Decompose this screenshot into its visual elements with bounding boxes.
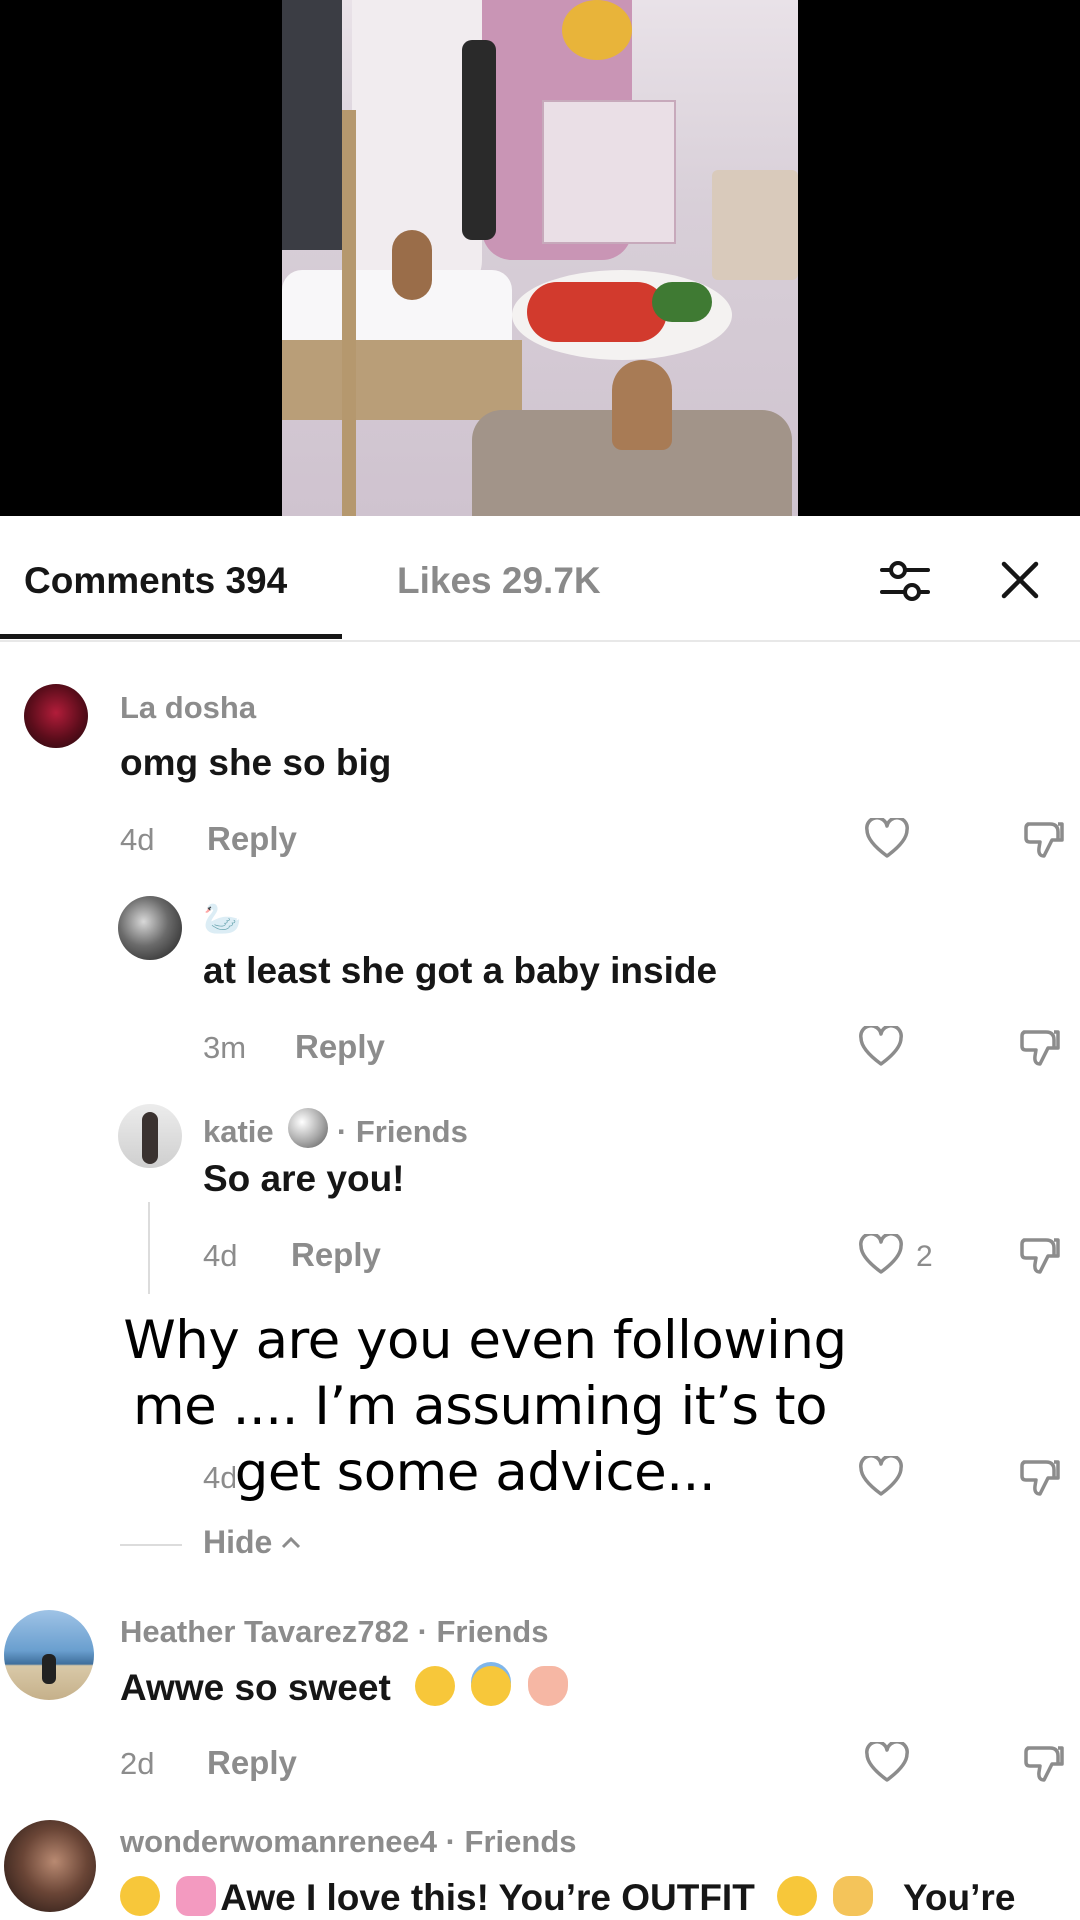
comment-text-body: Awwe so sweet: [120, 1667, 391, 1708]
comment-author[interactable]: wonderwomanrenee4 · Friends: [120, 1824, 577, 1860]
thread-line: [148, 1202, 150, 1294]
heart-icon[interactable]: [858, 1026, 904, 1068]
reply-button[interactable]: Reply: [207, 1744, 297, 1782]
dislike-icon[interactable]: [1022, 818, 1066, 862]
filter-icon[interactable]: [878, 558, 932, 604]
pleading-face-icon: [120, 1876, 160, 1916]
heart-hands-icon: [527, 1666, 568, 1706]
friends-badge: · Friends: [336, 1114, 468, 1149]
overlay-caption-text: Why are you even following me .... I’m a…: [113, 1310, 847, 1503]
like-count: 2: [916, 1240, 933, 1273]
tab-likes[interactable]: Likes 29.7K: [397, 560, 601, 602]
disco-ball-icon: [288, 1108, 329, 1148]
comment-author[interactable]: Heather Tavarez782 · Friends: [120, 1614, 548, 1650]
video-thumbnail: [282, 0, 798, 516]
comment-text: Awwe so sweet: [120, 1666, 568, 1709]
halo-face-icon: [471, 1666, 512, 1706]
avatar[interactable]: [4, 1820, 96, 1912]
comment-text-tail: You’re: [903, 1877, 1016, 1918]
comment-time: 2d: [120, 1746, 155, 1781]
ok-hand-icon: [833, 1876, 874, 1916]
crying-face-icon: [415, 1666, 456, 1706]
hide-replies-divider: [120, 1544, 182, 1546]
avatar[interactable]: [4, 1610, 94, 1700]
heart-icon[interactable]: [864, 818, 910, 860]
comment-text: Awe I love this! You’re OUTFIT You’re: [120, 1876, 1015, 1919]
author-name: wonderwomanrenee4: [120, 1824, 437, 1859]
dislike-icon[interactable]: [1018, 1026, 1062, 1070]
avatar[interactable]: [118, 896, 182, 960]
hide-replies-button[interactable]: Hide: [203, 1524, 301, 1561]
comments-sheet: Comments 394 Likes 29.7K La dosha omg sh…: [0, 516, 1080, 1920]
comment-time: 4d: [203, 1238, 238, 1273]
heart-icon[interactable]: [858, 1234, 904, 1276]
comment-text: at least she got a baby inside: [203, 950, 718, 991]
comment-author[interactable]: katie · Friends: [203, 1108, 468, 1150]
tab-bar: Comments 394 Likes 29.7K: [0, 516, 1080, 642]
comment-author[interactable]: 🦢: [203, 900, 242, 937]
comment-time: 4d: [120, 822, 155, 857]
comment-time: 3m: [203, 1030, 247, 1065]
ribbon-icon: [176, 1876, 217, 1916]
chevron-up-icon: [282, 1536, 301, 1549]
heart-icon[interactable]: [864, 1742, 910, 1784]
dislike-icon[interactable]: [1018, 1456, 1062, 1500]
reply-button[interactable]: Reply: [291, 1236, 381, 1274]
video-preview[interactable]: [0, 0, 1080, 516]
flushed-face-icon: [777, 1876, 818, 1916]
author-name: Heather Tavarez782: [120, 1614, 409, 1649]
comment-text: So are you!: [203, 1158, 405, 1199]
reply-button[interactable]: Reply: [295, 1028, 385, 1066]
overlay-caption: Why are you even following me .... I’m a…: [110, 1308, 850, 1506]
hide-label: Hide: [203, 1524, 273, 1560]
friends-badge: · Friends: [417, 1614, 549, 1649]
comment-text: omg she so big: [120, 742, 392, 783]
author-name: katie: [203, 1114, 274, 1149]
dislike-icon[interactable]: [1018, 1234, 1062, 1278]
heart-icon[interactable]: [858, 1456, 904, 1498]
tab-comments[interactable]: Comments 394: [24, 560, 287, 602]
dislike-icon[interactable]: [1022, 1742, 1066, 1786]
friends-badge: · Friends: [445, 1824, 577, 1859]
avatar[interactable]: [118, 1104, 182, 1168]
close-icon[interactable]: [996, 556, 1044, 604]
comment-text-body: Awe I love this! You’re OUTFIT: [220, 1877, 755, 1918]
reply-button[interactable]: Reply: [207, 820, 297, 858]
avatar[interactable]: [24, 684, 88, 748]
active-tab-indicator: [0, 634, 342, 639]
comment-author[interactable]: La dosha: [120, 690, 256, 726]
